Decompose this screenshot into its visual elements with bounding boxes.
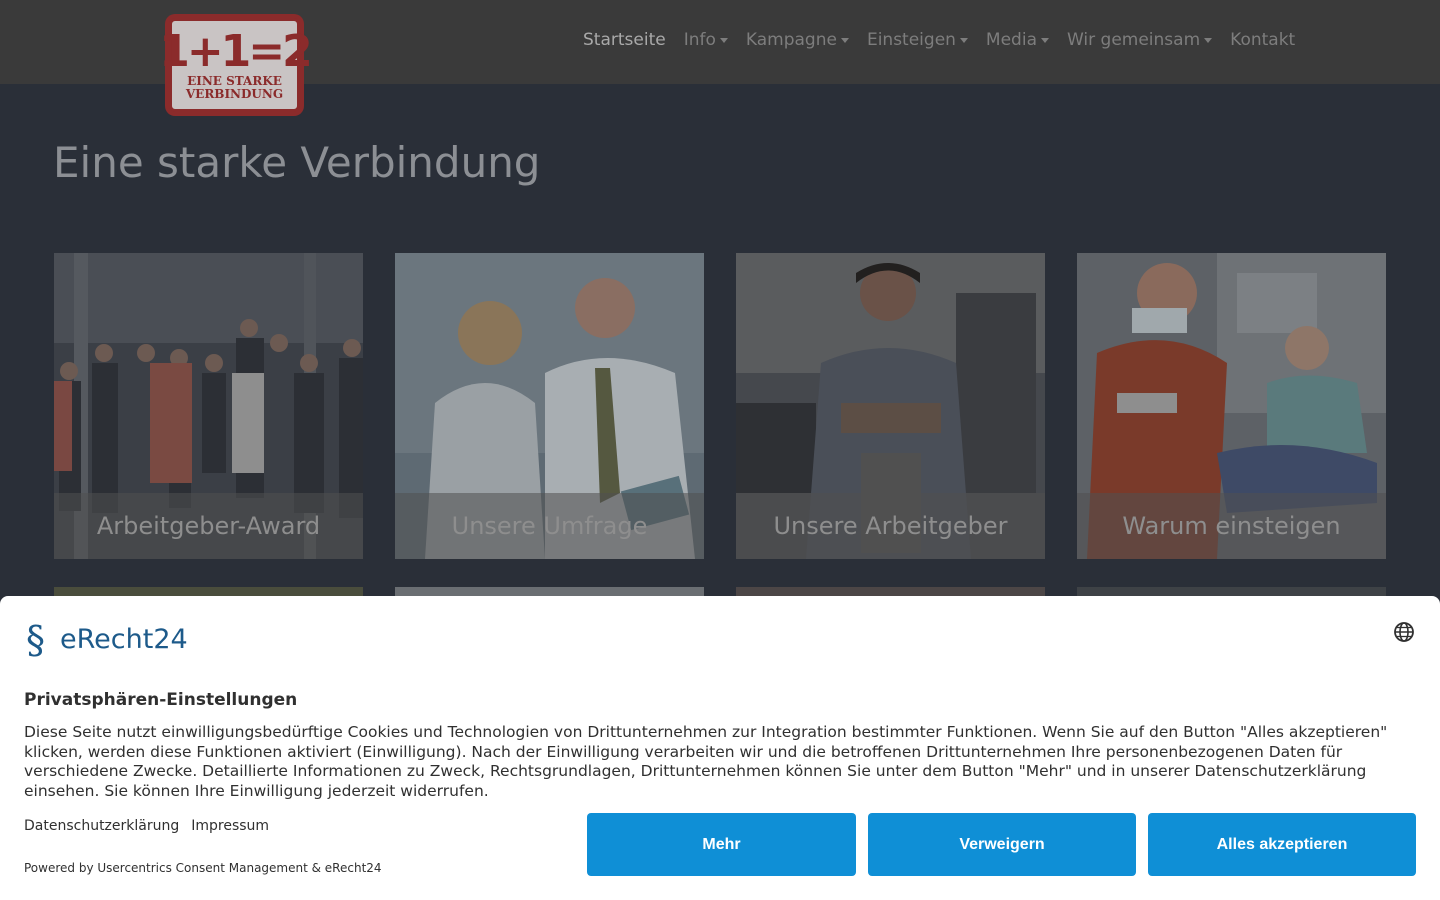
card-unsere-arbeitgeber[interactable]: Unsere Arbeitgeber bbox=[736, 253, 1045, 559]
nav-item-kontakt[interactable]: Kontakt bbox=[1230, 30, 1295, 50]
svg-text:§: § bbox=[26, 619, 45, 659]
nav-item-info[interactable]: Info bbox=[684, 30, 728, 50]
main-nav: Startseite Info Kampagne Einsteigen Medi… bbox=[583, 30, 1313, 50]
brand-name: eRecht24 bbox=[60, 623, 188, 655]
privacy-link[interactable]: Datenschutzerklärung bbox=[24, 818, 179, 834]
globe-icon[interactable] bbox=[1393, 621, 1415, 643]
nav-label: Kampagne bbox=[745, 30, 837, 50]
nav-label: Info bbox=[683, 30, 716, 50]
caret-down-icon bbox=[719, 37, 728, 43]
nav-label: Einsteigen bbox=[866, 30, 956, 50]
logo-badge: 1+1=2 EINE STARKE VERBINDUNG bbox=[159, 18, 313, 112]
more-button[interactable]: Mehr bbox=[587, 813, 856, 876]
logo-number: 1+1=2 bbox=[159, 26, 313, 77]
section-sign-icon: § bbox=[26, 619, 45, 659]
card-caption: Unsere Umfrage bbox=[395, 493, 704, 559]
card-caption: Arbeitgeber-Award bbox=[54, 493, 363, 559]
site-logo[interactable]: 1+1=2 EINE STARKE VERBINDUNG bbox=[159, 14, 313, 116]
page-title: Eine starke Verbindung bbox=[53, 138, 541, 187]
caret-down-icon bbox=[1040, 37, 1049, 43]
nav-label: Media bbox=[985, 30, 1037, 50]
powered-by-text: Powered by Usercentrics Consent Manageme… bbox=[24, 861, 382, 875]
card-warum-einsteigen[interactable]: Warum einsteigen bbox=[1077, 253, 1386, 559]
card-caption: Unsere Arbeitgeber bbox=[736, 493, 1045, 559]
nav-label: Kontakt bbox=[1230, 30, 1296, 50]
nav-label: Startseite bbox=[583, 30, 666, 50]
nav-item-wir-gemeinsam[interactable]: Wir gemeinsam bbox=[1066, 30, 1213, 50]
accept-all-button[interactable]: Alles akzeptieren bbox=[1148, 813, 1416, 876]
card-arbeitgeber-award[interactable]: Arbeitgeber-Award bbox=[54, 253, 363, 559]
consent-title: Privatsphären-Einstellungen bbox=[24, 690, 298, 710]
caret-down-icon bbox=[959, 37, 968, 43]
nav-item-startseite[interactable]: Startseite bbox=[583, 30, 666, 50]
card-unsere-umfrage[interactable]: Unsere Umfrage bbox=[395, 253, 704, 559]
caret-down-icon bbox=[1204, 37, 1213, 43]
caret-down-icon bbox=[840, 37, 849, 43]
nav-label: Wir gemeinsam bbox=[1066, 30, 1201, 50]
logo-line-2: VERBINDUNG bbox=[185, 87, 284, 101]
nav-item-einsteigen[interactable]: Einsteigen bbox=[867, 30, 968, 50]
consent-description: Diese Seite nutzt einwilligungsbedürftig… bbox=[24, 723, 1388, 800]
nav-item-media[interactable]: Media bbox=[986, 30, 1049, 50]
deny-button[interactable]: Verweigern bbox=[868, 813, 1136, 876]
card-caption: Warum einsteigen bbox=[1077, 493, 1386, 559]
nav-item-kampagne[interactable]: Kampagne bbox=[746, 30, 849, 50]
consent-links: Datenschutzerklärung Impressum bbox=[24, 818, 281, 834]
erecht24-logo: § eRecht24 bbox=[24, 619, 188, 659]
imprint-link[interactable]: Impressum bbox=[191, 818, 269, 834]
